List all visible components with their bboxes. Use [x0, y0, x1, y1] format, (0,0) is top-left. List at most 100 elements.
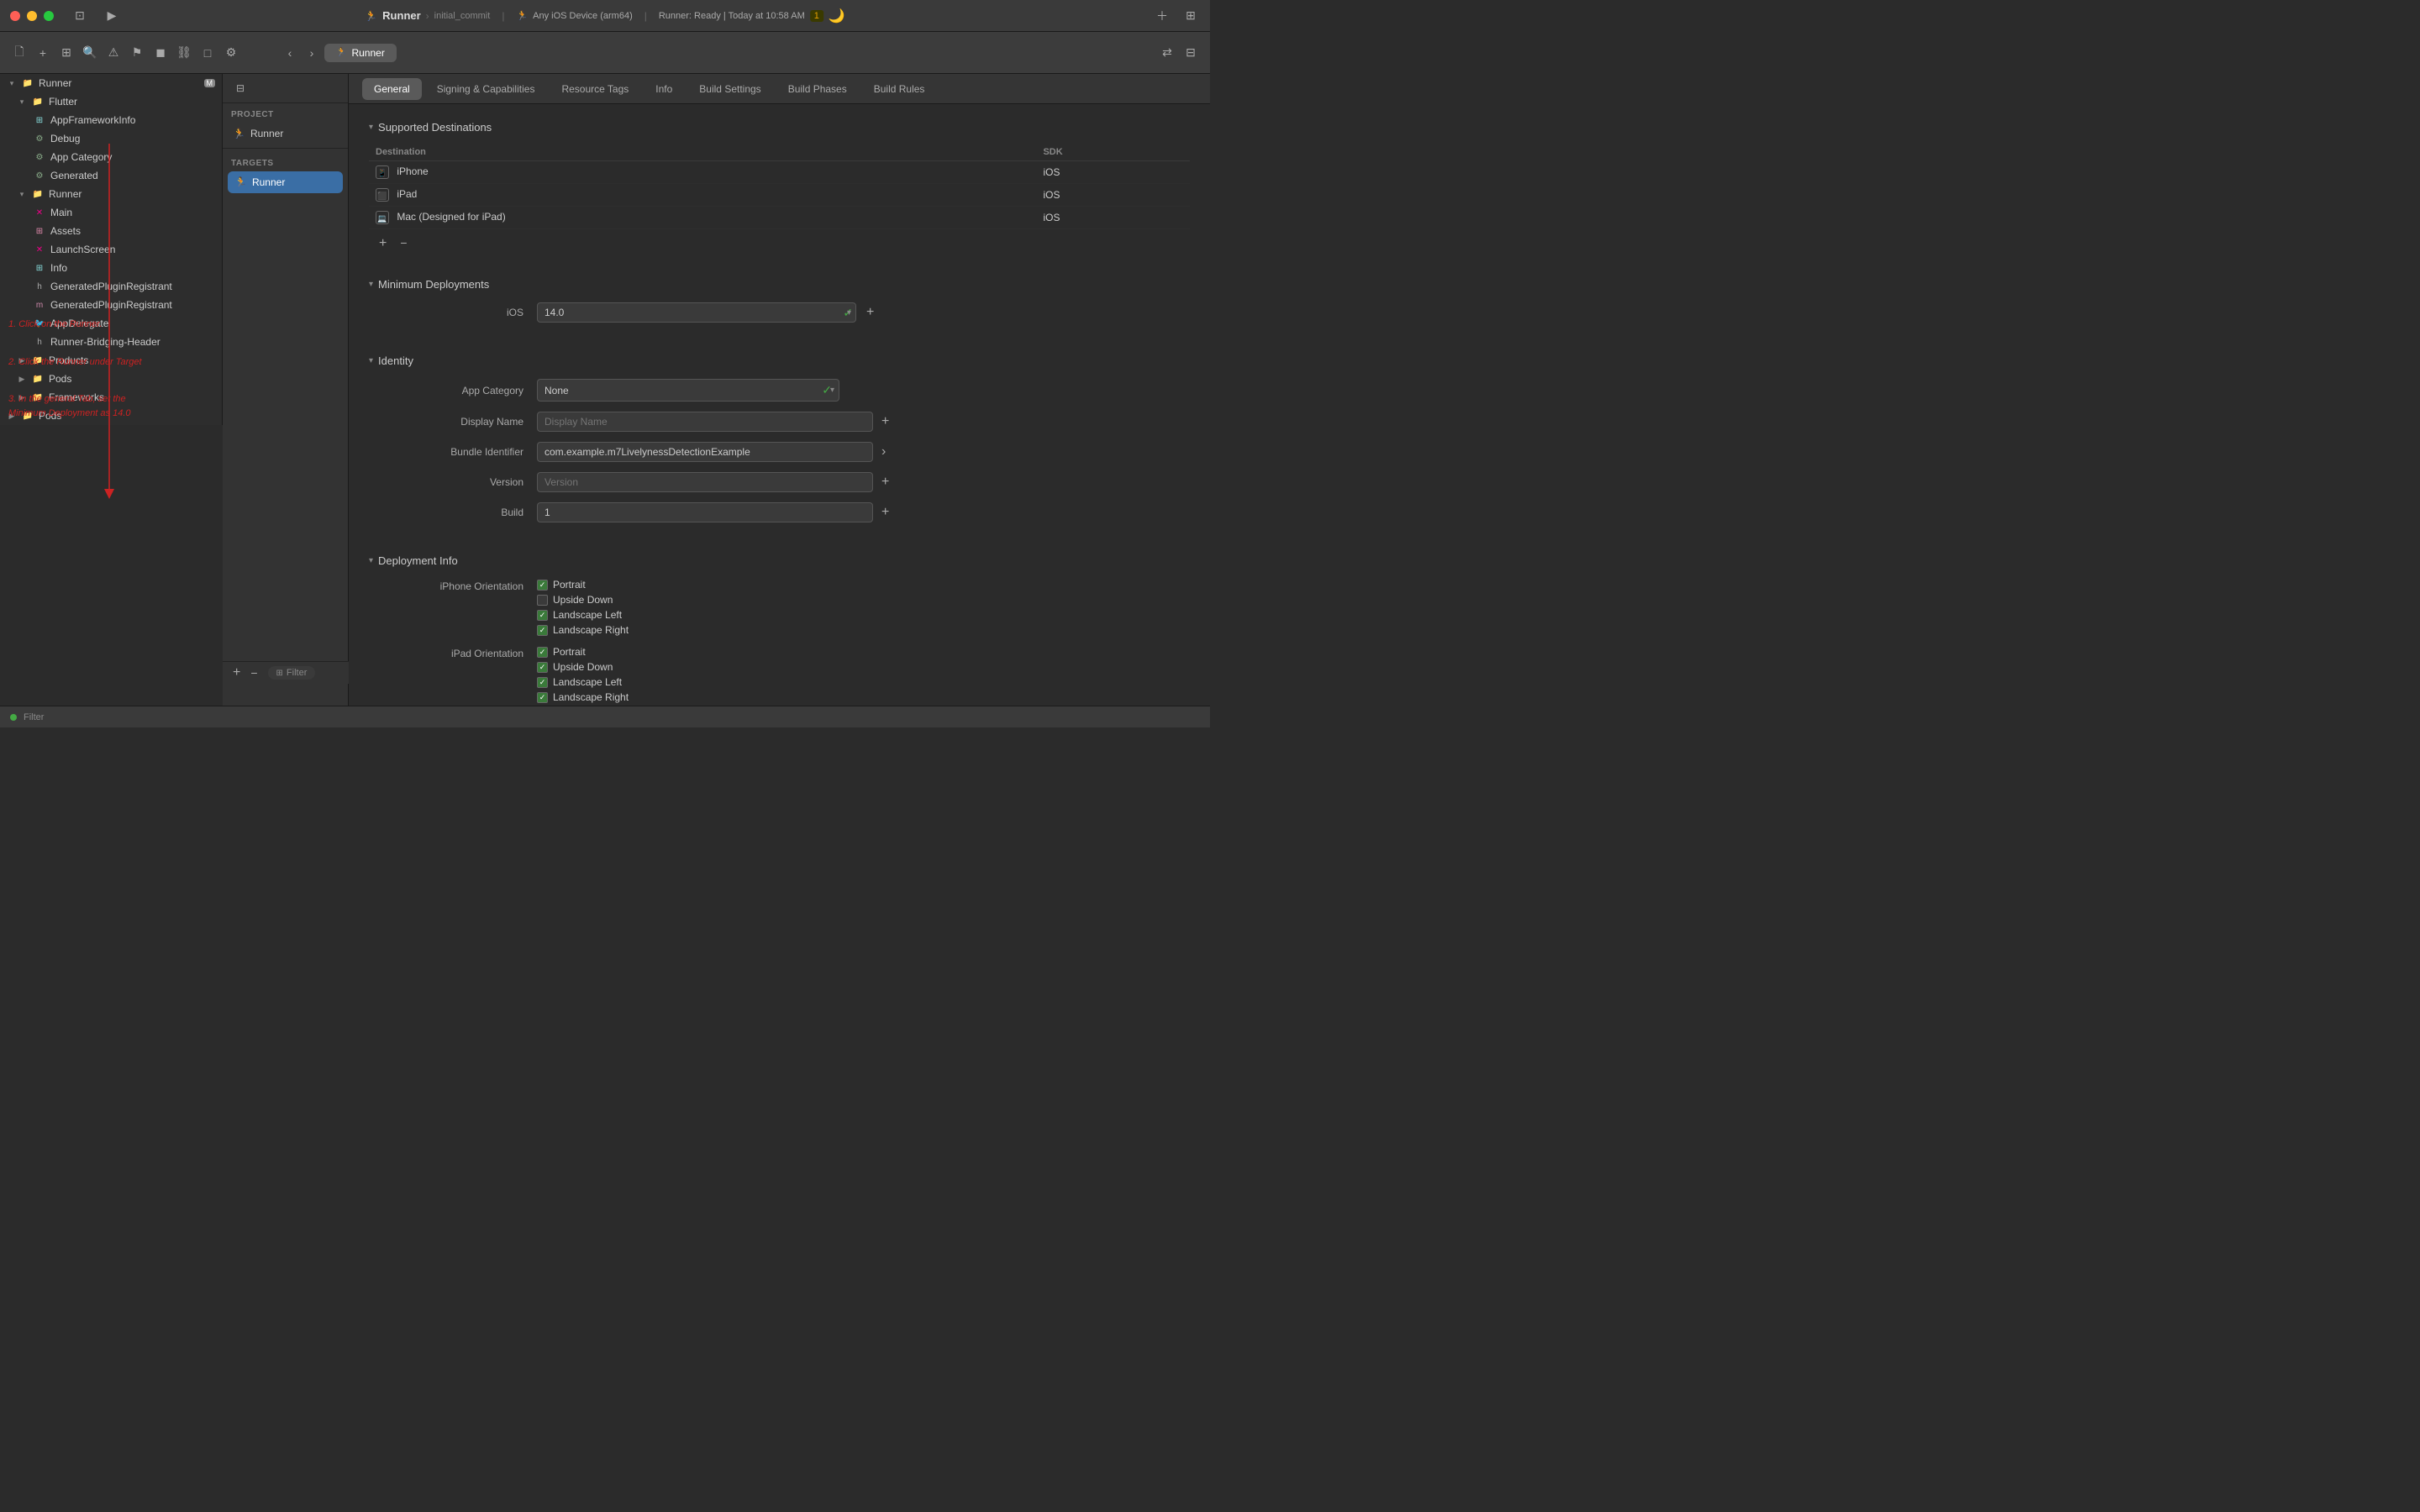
sidebar-item-runner-group[interactable]: ▾ 📁 Runner: [0, 185, 222, 203]
plist-icon: ⊞: [34, 114, 45, 126]
landscape-right-checkbox[interactable]: ✓: [537, 625, 548, 636]
tab-build-rules[interactable]: Build Rules: [862, 78, 937, 100]
ipad-landscape-left: ✓ Landscape Left: [537, 676, 629, 688]
xcconfig-icon: ⚙: [34, 170, 45, 181]
sidebar-item-frameworks[interactable]: ▶ 📁 Frameworks: [0, 388, 222, 407]
ios-value: 14.0 ✓ +: [537, 302, 1190, 323]
version-input[interactable]: [537, 472, 873, 492]
ios-add-button[interactable]: +: [863, 305, 877, 320]
display-name-input[interactable]: [537, 412, 873, 432]
section-deployment-info: ▾ Deployment Info iPhone Orientation ✓ P…: [349, 538, 1210, 706]
play-button[interactable]: ▶: [103, 7, 121, 25]
mac-icon: 💻: [376, 211, 389, 224]
link-icon[interactable]: ⛓: [175, 44, 193, 62]
ipad-landscape-right-checkbox[interactable]: ✓: [537, 692, 548, 703]
nav-left-icon[interactable]: ‹: [281, 44, 299, 62]
sidebar-item-gpr-m[interactable]: m GeneratedPluginRegistrant: [0, 296, 222, 314]
sidebar-item-main[interactable]: ✕ Main: [0, 203, 222, 222]
sidebar-label: Assets: [50, 225, 81, 237]
orient-portrait: ✓ Portrait: [537, 579, 629, 591]
add-icon[interactable]: ＋: [1153, 7, 1171, 25]
sidebar-item-generated[interactable]: ⚙ Generated: [0, 166, 222, 185]
remove-target-button[interactable]: −: [247, 666, 260, 680]
nav-right-icon[interactable]: ›: [302, 44, 321, 62]
tab-general[interactable]: General: [362, 78, 422, 100]
sidebar-item-products[interactable]: ▶ 📁 Products: [0, 351, 222, 370]
project-navigator: ⊟ PROJECT 🏃 Runner TARGETS 🏃 Runner + − …: [223, 74, 349, 706]
iphone-orientation-row: iPhone Orientation ✓ Portrait Upside Dow…: [369, 574, 1190, 641]
app-category-select[interactable]: None ✓: [537, 379, 839, 402]
ipad-upside-down-checkbox[interactable]: ✓: [537, 662, 548, 673]
version-add[interactable]: +: [878, 475, 892, 490]
add-target-button[interactable]: +: [229, 665, 244, 680]
section-header-supported-destinations[interactable]: ▾ Supported Destinations: [369, 114, 1190, 140]
close-button[interactable]: [10, 11, 20, 21]
sidebar-toggle-icon[interactable]: ⊡: [71, 7, 89, 25]
inspector-icon[interactable]: ⊟: [1181, 44, 1200, 62]
nav-project-runner[interactable]: 🏃 Runner: [223, 123, 348, 144]
split-icon[interactable]: ⊞: [1181, 7, 1200, 25]
maximize-button[interactable]: [44, 11, 54, 21]
m-icon: m: [34, 299, 45, 311]
disclosure-icon: ▶: [7, 411, 17, 421]
table-row: ⬛ iPad iOS: [369, 184, 1190, 207]
display-name-add[interactable]: +: [878, 414, 892, 429]
search-icon[interactable]: 🔍: [81, 44, 99, 62]
upside-down-checkbox[interactable]: [537, 595, 548, 606]
add-destination-button[interactable]: +: [376, 236, 390, 251]
sidebar-item-appdelegate[interactable]: 🐦 AppDelegate: [0, 314, 222, 333]
tab-build-phases[interactable]: Build Phases: [776, 78, 859, 100]
add-icon2[interactable]: +: [34, 44, 52, 62]
sidebar-item-pods[interactable]: ▶ 📁 Pods: [0, 370, 222, 388]
build-input[interactable]: [537, 502, 873, 522]
filter-input[interactable]: ⊞ Filter: [268, 666, 316, 680]
disclosure-icon: ▶: [17, 355, 27, 365]
category-check: ✓: [822, 383, 832, 397]
sidebar-item-info[interactable]: ⊞ Info: [0, 259, 222, 277]
status-bar: Filter: [0, 706, 1210, 727]
sidebar-label: Runner: [49, 188, 82, 200]
ios-version-select[interactable]: 14.0 ✓: [537, 302, 856, 323]
sidebar-item-launchscreen[interactable]: ✕ LaunchScreen: [0, 240, 222, 259]
tab-build-settings[interactable]: Build Settings: [687, 78, 772, 100]
build-add[interactable]: +: [878, 505, 892, 520]
new-file-icon[interactable]: 🗋: [10, 44, 29, 62]
nav-target-runner[interactable]: 🏃 Runner: [228, 171, 343, 193]
inspector-icon2[interactable]: ⊟: [231, 79, 250, 97]
orient-landscape-right: ✓ Landscape Right: [537, 624, 629, 636]
flag-icon[interactable]: ⚑: [128, 44, 146, 62]
sidebar-item-flutter[interactable]: ▾ 📁 Flutter: [0, 92, 222, 111]
filter-label: Filter: [287, 668, 307, 678]
landscape-left-checkbox[interactable]: ✓: [537, 610, 548, 621]
ipad-portrait-checkbox[interactable]: ✓: [537, 647, 548, 658]
grid-icon[interactable]: ⊞: [57, 44, 76, 62]
sidebar-item-appframeworkinfo[interactable]: ⊞ AppFrameworkInfo: [0, 111, 222, 129]
bundle-id-arrow[interactable]: ›: [878, 444, 889, 459]
sidebar-item-debug[interactable]: ⚙ Debug: [0, 129, 222, 148]
split-right-icon[interactable]: ⇄: [1158, 44, 1176, 62]
tab-signing[interactable]: Signing & Capabilities: [425, 78, 547, 100]
section-header-deployment-info[interactable]: ▾ Deployment Info: [369, 548, 1190, 574]
sidebar-item-assets[interactable]: ⊞ Assets: [0, 222, 222, 240]
warning-icon[interactable]: ⚠: [104, 44, 123, 62]
sidebar-item-bridging[interactable]: h Runner-Bridging-Header: [0, 333, 222, 351]
section-header-minimum-deployments[interactable]: ▾ Minimum Deployments: [369, 271, 1190, 297]
sidebar-item-gpr-h[interactable]: h GeneratedPluginRegistrant: [0, 277, 222, 296]
toolbar-right-icons: ⇄ ⊟: [1158, 44, 1200, 62]
remove-destination-button[interactable]: −: [397, 236, 410, 251]
tab-resource-tags[interactable]: Resource Tags: [550, 78, 640, 100]
sidebar-item-release[interactable]: ⚙ App Category: [0, 148, 222, 166]
tab-info[interactable]: Info: [644, 78, 684, 100]
gear-icon[interactable]: ⚙: [222, 44, 240, 62]
minimize-button[interactable]: [27, 11, 37, 21]
sidebar-item-runner-root[interactable]: ▾ 📁 Runner M: [0, 74, 222, 92]
ipad-icon: ⬛: [376, 188, 389, 202]
portrait-checkbox[interactable]: ✓: [537, 580, 548, 591]
section-header-identity[interactable]: ▾ Identity: [369, 348, 1190, 374]
active-file-tab[interactable]: 🏃 Runner: [324, 44, 397, 62]
ipad-landscape-left-checkbox[interactable]: ✓: [537, 677, 548, 688]
rect-icon[interactable]: □: [198, 44, 217, 62]
sidebar-item-pods-root[interactable]: ▶ 📁 Pods: [0, 407, 222, 425]
swift-icon: 🐦: [34, 318, 45, 329]
stop-icon[interactable]: ◼: [151, 44, 170, 62]
